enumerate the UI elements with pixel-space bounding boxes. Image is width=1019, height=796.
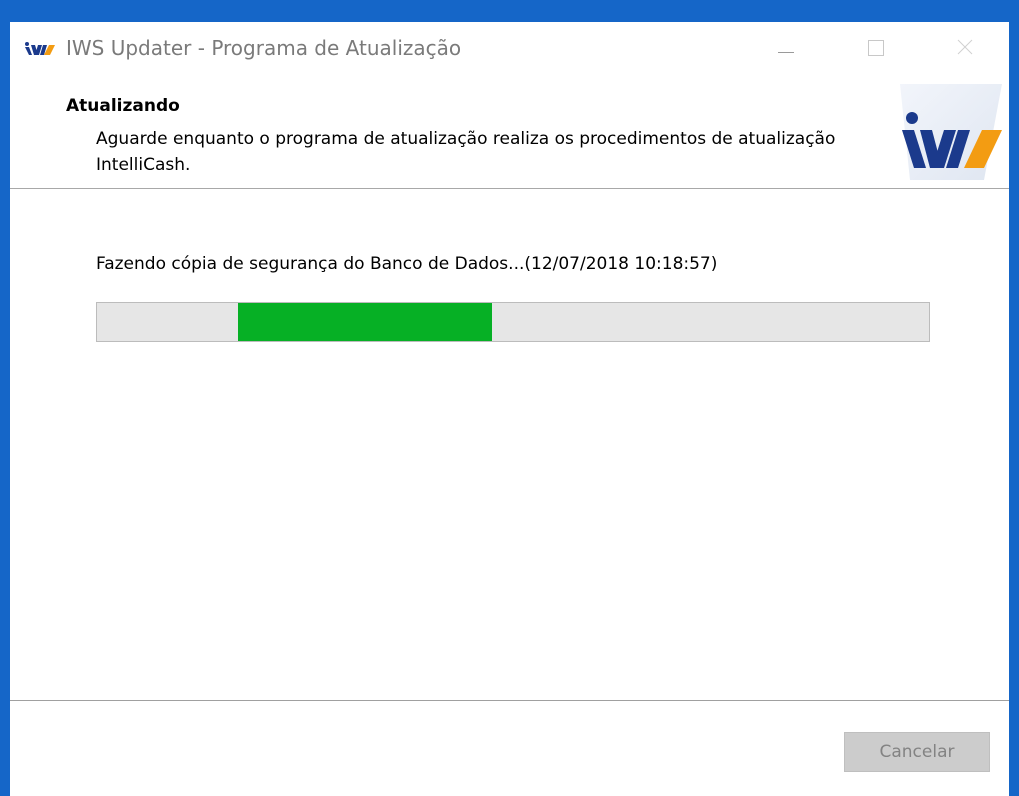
window-frame-right (1009, 0, 1019, 796)
page-description: Aguarde enquanto o programa de atualizaç… (96, 129, 836, 175)
page-title: Atualizando (66, 96, 180, 116)
window-frame-top (0, 0, 1019, 22)
updater-window: IWS Updater - Programa de Atualização At… (10, 22, 1009, 796)
maximize-icon[interactable] (852, 28, 898, 68)
footer-divider (10, 700, 1009, 701)
header-panel: Atualizando Aguarde enquanto o programa … (10, 74, 1009, 189)
window-title: IWS Updater - Programa de Atualização (66, 36, 462, 60)
window-frame-left (0, 0, 10, 796)
iws-logo-icon (25, 42, 55, 55)
iws-logo (900, 84, 1002, 180)
cancel-button[interactable]: Cancelar (844, 732, 990, 772)
progress-bar (96, 302, 930, 342)
title-bar[interactable]: IWS Updater - Programa de Atualização (10, 22, 1009, 74)
close-icon[interactable] (942, 28, 988, 68)
minimize-icon[interactable] (762, 28, 808, 68)
progress-status-text: Fazendo cópia de segurança do Banco de D… (96, 254, 718, 274)
progress-bar-fill (238, 303, 493, 341)
